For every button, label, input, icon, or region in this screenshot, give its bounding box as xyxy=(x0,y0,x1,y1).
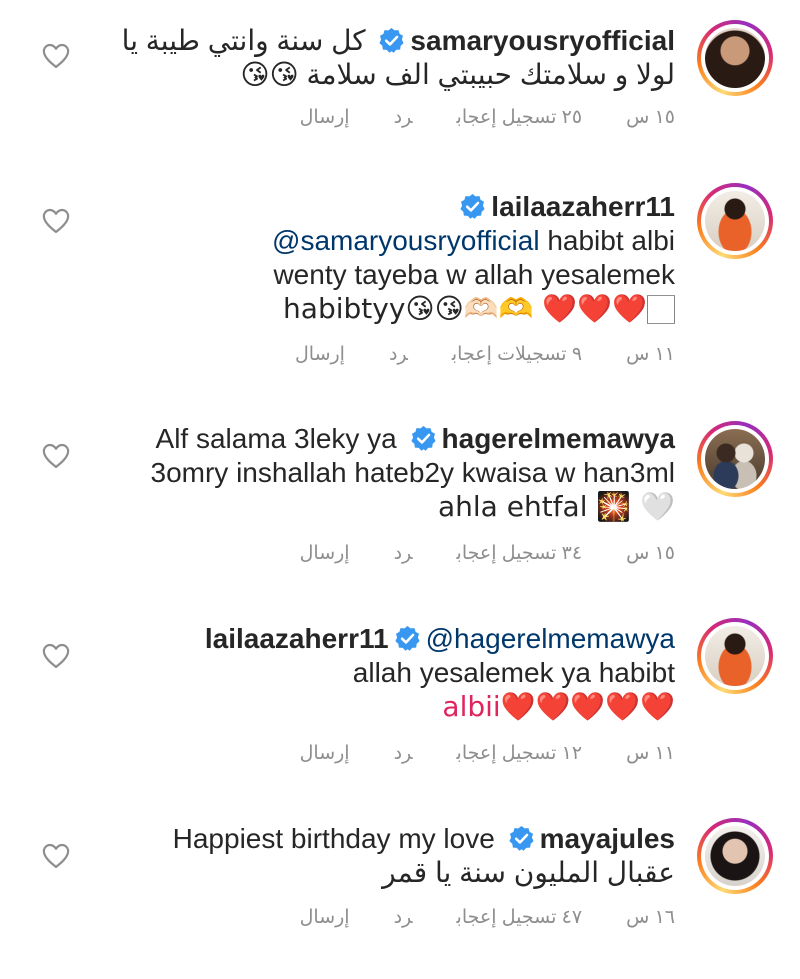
comment-text: hagerelmemawya Alf salama 3leky ya 3omry… xyxy=(115,422,676,524)
comment-time: ١٦ س xyxy=(626,907,675,928)
comment-time: ١١ س xyxy=(626,743,675,764)
comment-meta: ١٦ س ٤٧ تسجيل إعجاب رد إرسال xyxy=(300,906,675,929)
heart-outline-icon[interactable] xyxy=(42,43,70,69)
comment-line: habibt albi xyxy=(547,225,675,256)
reply-button[interactable]: رد xyxy=(394,107,413,128)
avatar[interactable] xyxy=(697,818,773,894)
heart-outline-icon[interactable] xyxy=(42,643,70,669)
comment-likes[interactable]: ١٢ تسجيل إعجاب xyxy=(457,743,583,764)
send-button[interactable]: إرسال xyxy=(295,344,345,365)
comment-text: samaryousryofficial كل سنة وانتي طيبة يا… xyxy=(115,24,675,92)
comment-line: كل سنة وانتي طيبة يا xyxy=(121,25,366,56)
reply-button[interactable]: رد xyxy=(389,344,408,365)
comment-time: ١٥ س xyxy=(626,543,675,564)
comment-text: @hagerelmemawya lailaazaherr11 allah yesa… xyxy=(115,622,675,724)
comment-line: albii❤️❤️❤️❤️❤️ xyxy=(442,690,675,723)
mention-link[interactable]: @samaryousryofficial xyxy=(272,225,540,256)
reply-button[interactable]: رد xyxy=(394,907,413,928)
mention-link[interactable]: @hagerelmemawya xyxy=(426,623,675,654)
heart-outline-icon[interactable] xyxy=(42,843,70,869)
avatar[interactable] xyxy=(697,20,773,96)
reply-button[interactable]: رد xyxy=(394,543,413,564)
verified-badge-icon xyxy=(508,826,534,851)
comment-line: 3omry inshallah hateb2y kwaisa w han3ml xyxy=(150,457,676,488)
comment-likes[interactable]: ٤٧ تسجيل إعجاب xyxy=(457,907,583,928)
comment-meta: ١٥ س ٣٤ تسجيل إعجاب رد إرسال xyxy=(300,542,675,565)
comment-line: ahla ehtfal 🎇 🤍 xyxy=(437,490,675,523)
comment-username[interactable]: lailaazaherr11 xyxy=(205,623,389,654)
comment-line: لولا و سلامتك حبيبتي الف سلامة 😘😘 xyxy=(240,59,675,90)
comment-username[interactable]: samaryousryofficial xyxy=(410,25,675,56)
avatar[interactable] xyxy=(697,421,773,497)
comment-line: habibtyy😘😘🫶🏻🫶 ❤️❤️❤️🏻 xyxy=(283,292,675,325)
comment-time: ١١ س xyxy=(626,344,675,365)
comment-username[interactable]: hagerelmemawya xyxy=(442,423,675,454)
verified-badge-icon xyxy=(379,28,405,53)
comment-text: lailaazaherr11 @samaryousryofficial habi… xyxy=(115,190,675,326)
comment-line: Alf salama 3leky ya xyxy=(155,423,397,454)
comment-line: allah yesalemek ya habibt xyxy=(352,657,675,688)
send-button[interactable]: إرسال xyxy=(300,543,350,564)
comment-line: عقبال المليون سنة يا قمر xyxy=(382,857,675,888)
comment-likes[interactable]: ٣٤ تسجيل إعجاب xyxy=(457,543,583,564)
heart-outline-icon[interactable] xyxy=(42,208,70,234)
verified-badge-icon xyxy=(394,626,420,651)
avatar[interactable] xyxy=(697,618,773,694)
avatar[interactable] xyxy=(697,183,773,259)
comment-line: Happiest birthday my love xyxy=(172,823,495,854)
verified-badge-icon xyxy=(410,426,436,451)
comment-username[interactable]: mayajules xyxy=(540,823,675,854)
heart-outline-icon[interactable] xyxy=(42,443,70,469)
send-button[interactable]: إرسال xyxy=(300,743,350,764)
comment-meta: ١١ س ١٢ تسجيل إعجاب رد إرسال xyxy=(300,742,675,765)
comment-likes[interactable]: ٩ تسجيلات إعجاب xyxy=(452,344,582,365)
comment-username[interactable]: lailaazaherr11 xyxy=(491,191,675,222)
send-button[interactable]: إرسال xyxy=(300,907,350,928)
comment-meta: ١٥ س ٢٥ تسجيل إعجاب رد إرسال xyxy=(300,106,675,129)
reply-button[interactable]: رد xyxy=(394,743,413,764)
send-button[interactable]: إرسال xyxy=(300,107,350,128)
comment-time: ١٥ س xyxy=(626,107,675,128)
comment-likes[interactable]: ٢٥ تسجيل إعجاب xyxy=(457,107,583,128)
comment-meta: ١١ س ٩ تسجيلات إعجاب رد إرسال xyxy=(295,343,675,366)
verified-badge-icon xyxy=(460,194,486,219)
comment-line: wenty tayeba w allah yesalemek xyxy=(273,259,675,290)
comment-text: mayajules Happiest birthday my love عقبا… xyxy=(115,822,675,890)
